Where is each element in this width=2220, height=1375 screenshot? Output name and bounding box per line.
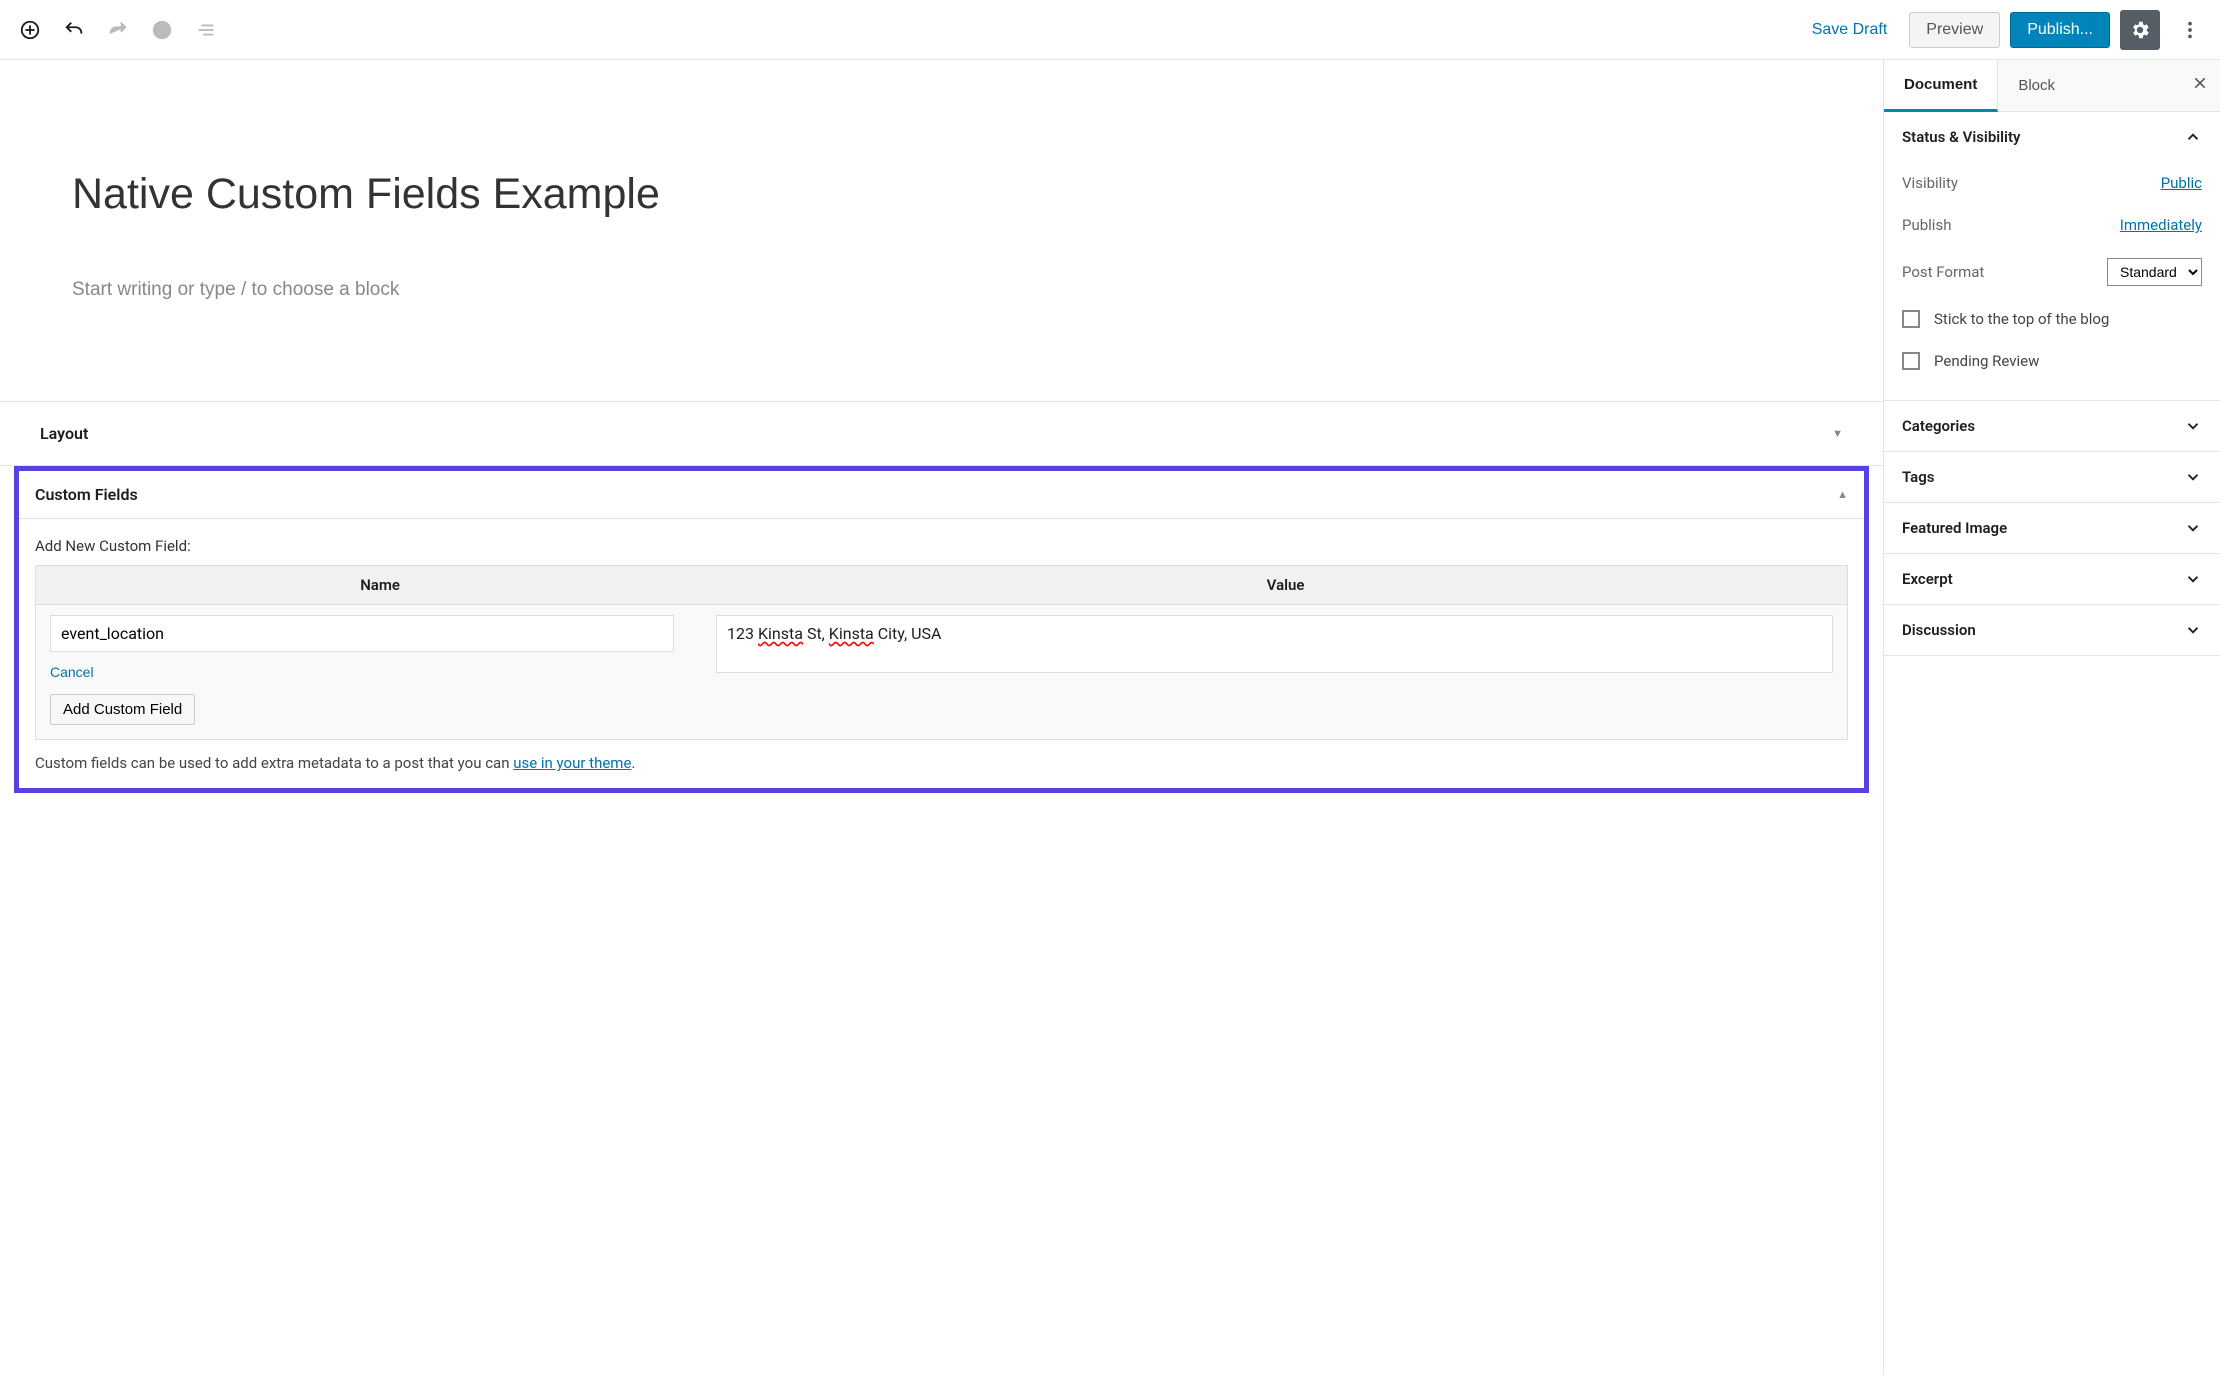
custom-fields-title: Custom Fields: [35, 485, 138, 504]
cf-name-column: Cancel: [50, 615, 674, 680]
chevron-down-icon: [2184, 519, 2202, 537]
outline-button[interactable]: [186, 10, 226, 50]
info-button[interactable]: [142, 10, 182, 50]
visibility-label: Visibility: [1902, 174, 1958, 192]
toolbar-left: [10, 10, 226, 50]
metabox-area: Layout ▼ Custom Fields ▲ Add New Custom …: [0, 401, 1883, 793]
cf-help-text: Custom fields can be used to add extra m…: [35, 740, 1848, 778]
cf-th-name: Name: [36, 566, 724, 604]
layout-metabox: Layout ▼: [0, 402, 1883, 466]
plus-circle-icon: [19, 19, 41, 41]
discussion-panel: Discussion: [1884, 605, 2220, 656]
cf-cancel-button[interactable]: Cancel: [50, 664, 94, 680]
stick-row[interactable]: Stick to the top of the blog: [1902, 298, 2202, 340]
info-icon: [151, 19, 173, 41]
cf-name-input[interactable]: [50, 615, 674, 652]
add-block-button[interactable]: [10, 10, 50, 50]
save-draft-button[interactable]: Save Draft: [1800, 13, 1900, 47]
redo-icon: [107, 19, 129, 41]
toolbar-right: Save Draft Preview Publish...: [1800, 10, 2210, 50]
custom-fields-body: Add New Custom Field: Name Value Cancel: [19, 519, 1864, 788]
post-title[interactable]: Native Custom Fields Example: [72, 170, 1811, 219]
custom-fields-header[interactable]: Custom Fields ▲: [19, 471, 1864, 519]
dots-vertical-icon: [2179, 19, 2201, 41]
pending-label: Pending Review: [1934, 352, 2039, 370]
featured-image-panel: Featured Image: [1884, 503, 2220, 554]
post-format-label: Post Format: [1902, 263, 1984, 281]
custom-fields-table: Name Value Cancel 123 Kinsta St, Kinsta …: [35, 565, 1848, 740]
triangle-down-icon: ▼: [1832, 427, 1843, 440]
discussion-header[interactable]: Discussion: [1884, 605, 2220, 655]
publish-label: Publish: [1902, 216, 1951, 234]
layout-title: Layout: [40, 424, 88, 443]
settings-sidebar: Document Block Status & Visibility Visib…: [1883, 60, 2220, 1375]
undo-icon: [63, 19, 85, 41]
triangle-up-icon: ▲: [1837, 488, 1848, 501]
chevron-down-icon: [2184, 570, 2202, 588]
publish-row: Publish Immediately: [1902, 204, 2202, 246]
tags-header[interactable]: Tags: [1884, 452, 2220, 502]
featured-image-header[interactable]: Featured Image: [1884, 503, 2220, 553]
tab-document[interactable]: Document: [1884, 60, 1998, 112]
redo-button[interactable]: [98, 10, 138, 50]
chevron-down-icon: [2184, 621, 2202, 639]
editor-content: Native Custom Fields Example Start writi…: [0, 60, 1883, 341]
sidebar-tabs: Document Block: [1884, 60, 2220, 112]
editor-column: Native Custom Fields Example Start writi…: [0, 60, 1883, 1375]
categories-panel: Categories: [1884, 401, 2220, 452]
publish-value[interactable]: Immediately: [2120, 216, 2202, 234]
status-visibility-header[interactable]: Status & Visibility: [1884, 112, 2220, 162]
add-new-label: Add New Custom Field:: [35, 537, 1848, 555]
cf-header-row: Name Value: [36, 566, 1847, 605]
excerpt-header[interactable]: Excerpt: [1884, 554, 2220, 604]
post-format-row: Post Format Standard: [1902, 246, 2202, 298]
stick-checkbox[interactable]: [1902, 310, 1920, 328]
chevron-down-icon: [2184, 468, 2202, 486]
custom-fields-metabox: Custom Fields ▲ Add New Custom Field: Na…: [19, 471, 1864, 788]
undo-button[interactable]: [54, 10, 94, 50]
publish-button[interactable]: Publish...: [2010, 12, 2110, 48]
cf-value-textarea[interactable]: 123 Kinsta St, Kinsta City, USA: [716, 615, 1833, 673]
pending-row[interactable]: Pending Review: [1902, 340, 2202, 382]
sidebar-close-button[interactable]: [2192, 74, 2208, 97]
status-body: Visibility Public Publish Immediately Po…: [1884, 162, 2220, 400]
status-visibility-panel: Status & Visibility Visibility Public Pu…: [1884, 112, 2220, 401]
cf-add-row: Add Custom Field: [36, 694, 1847, 739]
main-area: Native Custom Fields Example Start writi…: [0, 60, 2220, 1375]
list-icon: [195, 19, 217, 41]
visibility-value[interactable]: Public: [2161, 174, 2202, 192]
preview-button[interactable]: Preview: [1909, 12, 2000, 48]
excerpt-panel: Excerpt: [1884, 554, 2220, 605]
close-icon: [2192, 75, 2208, 91]
cf-add-button[interactable]: Add Custom Field: [50, 694, 195, 725]
settings-button[interactable]: [2120, 10, 2160, 50]
pending-checkbox[interactable]: [1902, 352, 1920, 370]
tab-block[interactable]: Block: [1998, 61, 2075, 110]
cf-input-row: Cancel 123 Kinsta St, Kinsta City, USA: [36, 605, 1847, 694]
chevron-down-icon: [2184, 417, 2202, 435]
more-button[interactable]: [2170, 10, 2210, 50]
custom-fields-highlight: Custom Fields ▲ Add New Custom Field: Na…: [14, 466, 1869, 793]
gear-icon: [2129, 19, 2151, 41]
cf-value-column: 123 Kinsta St, Kinsta City, USA: [716, 615, 1833, 673]
categories-header[interactable]: Categories: [1884, 401, 2220, 451]
stick-label: Stick to the top of the blog: [1934, 310, 2109, 328]
post-format-select[interactable]: Standard: [2107, 258, 2202, 286]
top-toolbar: Save Draft Preview Publish...: [0, 0, 2220, 60]
chevron-up-icon: [2184, 128, 2202, 146]
tags-panel: Tags: [1884, 452, 2220, 503]
cf-help-link[interactable]: use in your theme: [513, 754, 631, 772]
visibility-row: Visibility Public: [1902, 162, 2202, 204]
post-body[interactable]: Start writing or type / to choose a bloc…: [72, 279, 1811, 301]
cf-th-value: Value: [724, 566, 1847, 604]
layout-header[interactable]: Layout ▼: [20, 412, 1863, 455]
